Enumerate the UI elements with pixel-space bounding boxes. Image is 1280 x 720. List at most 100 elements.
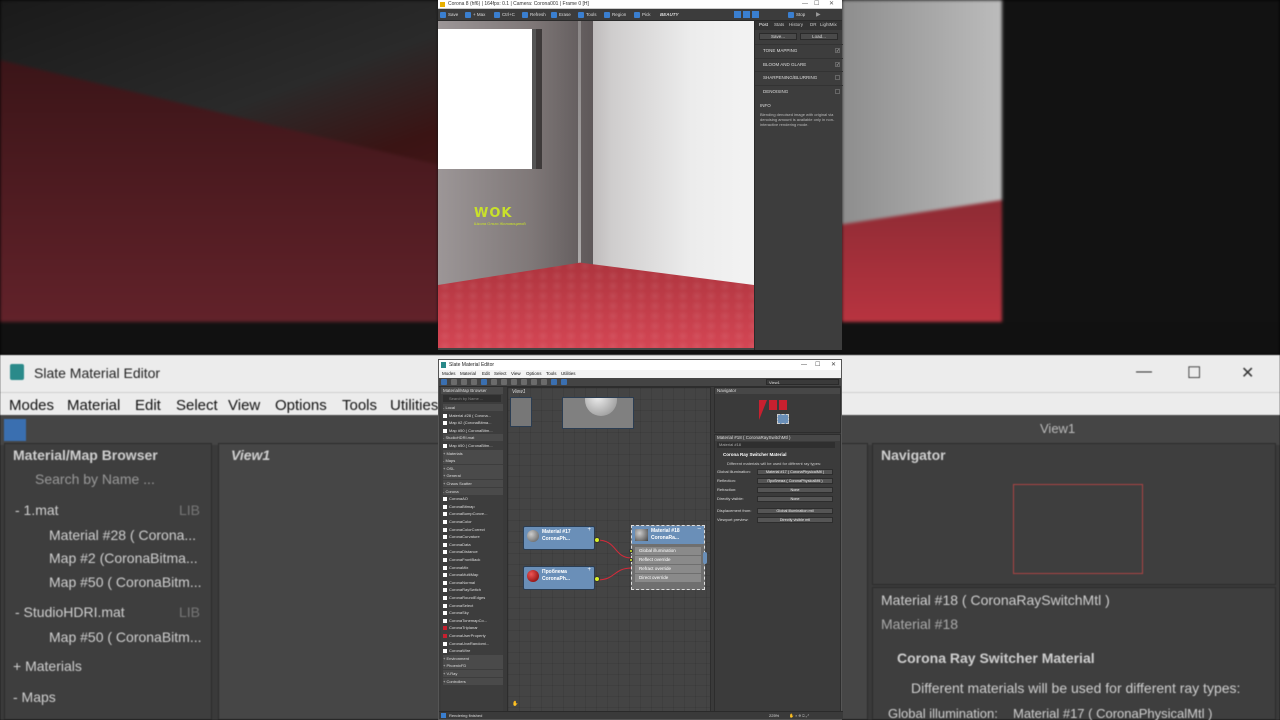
browser-item[interactable]: CoronaRoundEdges <box>443 594 503 601</box>
vfb-channel-dropdown[interactable]: BEAUTY <box>654 11 679 19</box>
vfb-maximize-icon[interactable]: ☐ <box>814 0 819 9</box>
menu-select[interactable]: Select <box>494 371 507 376</box>
navigator-toggle-icon[interactable] <box>561 379 567 385</box>
vfb-close-icon[interactable]: ✕ <box>829 0 834 9</box>
prop-direct-value[interactable]: None <box>757 496 833 502</box>
post-load-button[interactable]: Load... <box>800 33 838 40</box>
post-save-button[interactable]: Save... <box>759 33 797 40</box>
browser-search-input[interactable]: Search by Name ... <box>443 395 501 402</box>
section-denoising[interactable]: DENOISING <box>755 85 843 96</box>
tab-post[interactable]: Post <box>759 22 768 27</box>
delete-icon[interactable] <box>471 379 477 385</box>
vfb-copy-button[interactable]: Ctrl+C <box>494 11 515 19</box>
vfb-region-button[interactable]: Region <box>604 11 626 19</box>
section-checkbox[interactable] <box>835 89 840 94</box>
zoom-icon[interactable] <box>734 11 741 18</box>
vfb-pick-button[interactable]: Pick <box>634 11 651 19</box>
input-socket[interactable] <box>629 549 633 553</box>
collapse-icon[interactable]: – <box>698 526 701 532</box>
section-checkbox[interactable] <box>835 75 840 80</box>
browser-item[interactable]: Map #2 (CoronaBitma... <box>443 419 503 426</box>
vfb-refresh-button[interactable]: Refresh <box>522 11 546 19</box>
zoom-readout[interactable]: 225% <box>769 713 779 718</box>
output-socket[interactable] <box>594 537 600 543</box>
browser-item[interactable]: CoronaWire <box>443 647 503 654</box>
browser-group[interactable]: - Local <box>443 404 503 411</box>
browser-group[interactable]: + Chaos Scatter <box>443 480 503 487</box>
vfb-max-button[interactable]: + Max <box>465 11 485 19</box>
node-view[interactable]: View1 Material #17 CoronaPh... + Проблема… <box>507 387 711 717</box>
tab-lightmix[interactable]: LightMix <box>820 22 837 27</box>
browser-group[interactable]: + Materials <box>443 449 503 457</box>
show-map-icon[interactable] <box>491 379 497 385</box>
browser-item[interactable]: CoronaUserProperty <box>443 632 503 639</box>
show-background-icon[interactable] <box>501 379 507 385</box>
browser-toggle-icon[interactable] <box>551 379 557 385</box>
expand-icon[interactable]: + <box>587 567 591 573</box>
browser-group[interactable]: + PhoenixFD <box>443 662 503 670</box>
vfb-save-button[interactable]: Save <box>440 11 458 19</box>
sme-maximize-icon[interactable]: ☐ <box>815 360 820 370</box>
browser-item[interactable]: CoronaTonemapCo... <box>443 617 503 624</box>
pick-material-icon[interactable] <box>451 379 457 385</box>
browser-item[interactable]: CoronaDistance <box>443 548 503 555</box>
menu-material[interactable]: Material <box>460 371 476 376</box>
browser-item[interactable]: CoronaRaySwitch <box>443 586 503 593</box>
browser-group[interactable]: - StudioHDRI.mat <box>443 434 503 442</box>
menu-tools[interactable]: Tools <box>546 371 557 376</box>
sme-close-icon[interactable]: ✕ <box>831 360 836 370</box>
browser-item[interactable]: CoronaColor <box>443 518 503 525</box>
view-dropdown[interactable]: View1 <box>766 379 839 385</box>
section-sharpening[interactable]: SHARPENING/BLURRING <box>755 71 843 82</box>
browser-item[interactable]: CoronaSky <box>443 609 503 616</box>
assign-material-icon[interactable] <box>481 379 487 385</box>
browser-item[interactable]: CoronaAO <box>443 495 503 502</box>
prop-reflection-value[interactable]: Проблема ( CoronaPhysicalMtl ) <box>757 478 833 484</box>
render-icon[interactable]: ▶ <box>816 11 821 18</box>
node-problem[interactable]: Проблема CoronaPh... + <box>523 566 595 590</box>
browser-group[interactable]: - Maps <box>443 457 503 465</box>
tab-stats[interactable]: Stats <box>774 22 784 27</box>
menu-modes[interactable]: Modes <box>442 371 456 376</box>
layout-icon[interactable] <box>531 379 537 385</box>
node-material-17[interactable]: Material #17 CoronaPh... + <box>523 526 595 550</box>
browser-group[interactable]: + Controllers <box>443 677 503 685</box>
material-name-field[interactable]: Material #18 <box>717 442 835 448</box>
output-socket[interactable] <box>703 552 707 564</box>
pan-icon[interactable]: ✋ <box>512 701 518 707</box>
navigator-thumbnail[interactable] <box>757 398 797 428</box>
browser-item[interactable]: Map #50 ( CoronaBitm... <box>443 427 503 434</box>
browser-group[interactable]: + V-Ray <box>443 670 503 677</box>
browser-item[interactable]: CoronaMix <box>443 564 503 571</box>
browser-item[interactable]: CoronaBitmap <box>443 503 503 510</box>
browser-item[interactable]: CoronaFrontBack <box>443 556 503 563</box>
slot-reflect-override[interactable]: Reflect override <box>635 556 701 564</box>
prop-gi-value[interactable]: Material #17 ( CoronaPhysicalMtl ) <box>757 469 833 475</box>
browser-item[interactable]: CoronaNormal <box>443 579 503 586</box>
browser-item[interactable]: CoronaTriplanar <box>443 624 503 631</box>
output-socket[interactable] <box>594 576 600 582</box>
browser-item[interactable]: CoronaUvwRandomi... <box>443 640 503 647</box>
browser-group[interactable]: + General <box>443 472 503 480</box>
input-socket[interactable] <box>629 558 633 562</box>
sme-minimize-icon[interactable]: — <box>801 360 807 370</box>
browser-item[interactable]: Material #28 ( Corona... <box>443 412 503 419</box>
menu-view[interactable]: View <box>511 371 521 376</box>
section-bloom-glare[interactable]: BLOOM AND GLARE ✓ <box>755 58 843 69</box>
browser-item[interactable]: Map #50 ( CoronaBitm... <box>443 442 503 449</box>
panel-icon[interactable] <box>752 11 759 18</box>
fit-icon[interactable] <box>743 11 750 18</box>
browser-group[interactable]: - Corona <box>443 487 503 495</box>
move-children-icon[interactable] <box>461 379 467 385</box>
view-nav-icons[interactable]: ✋ ⌕ ⊕ ⊡ ⤢ <box>789 713 809 718</box>
slot-refract-override[interactable]: Refract override <box>635 565 701 573</box>
prop-displacement-dropdown[interactable]: Global illumination mtl <box>757 508 833 514</box>
prop-refraction-value[interactable]: None <box>757 487 833 493</box>
nav-viewport-rect[interactable] <box>777 414 789 424</box>
vfb-stop-button[interactable]: Stop <box>788 11 805 19</box>
expand-icon[interactable]: + <box>587 527 591 533</box>
select-tool-icon[interactable] <box>441 379 447 385</box>
prop-viewport-dropdown[interactable]: Directly visible mtl <box>757 517 833 523</box>
zero-icon[interactable] <box>521 379 527 385</box>
browser-item[interactable]: CoronaCurvature <box>443 533 503 540</box>
